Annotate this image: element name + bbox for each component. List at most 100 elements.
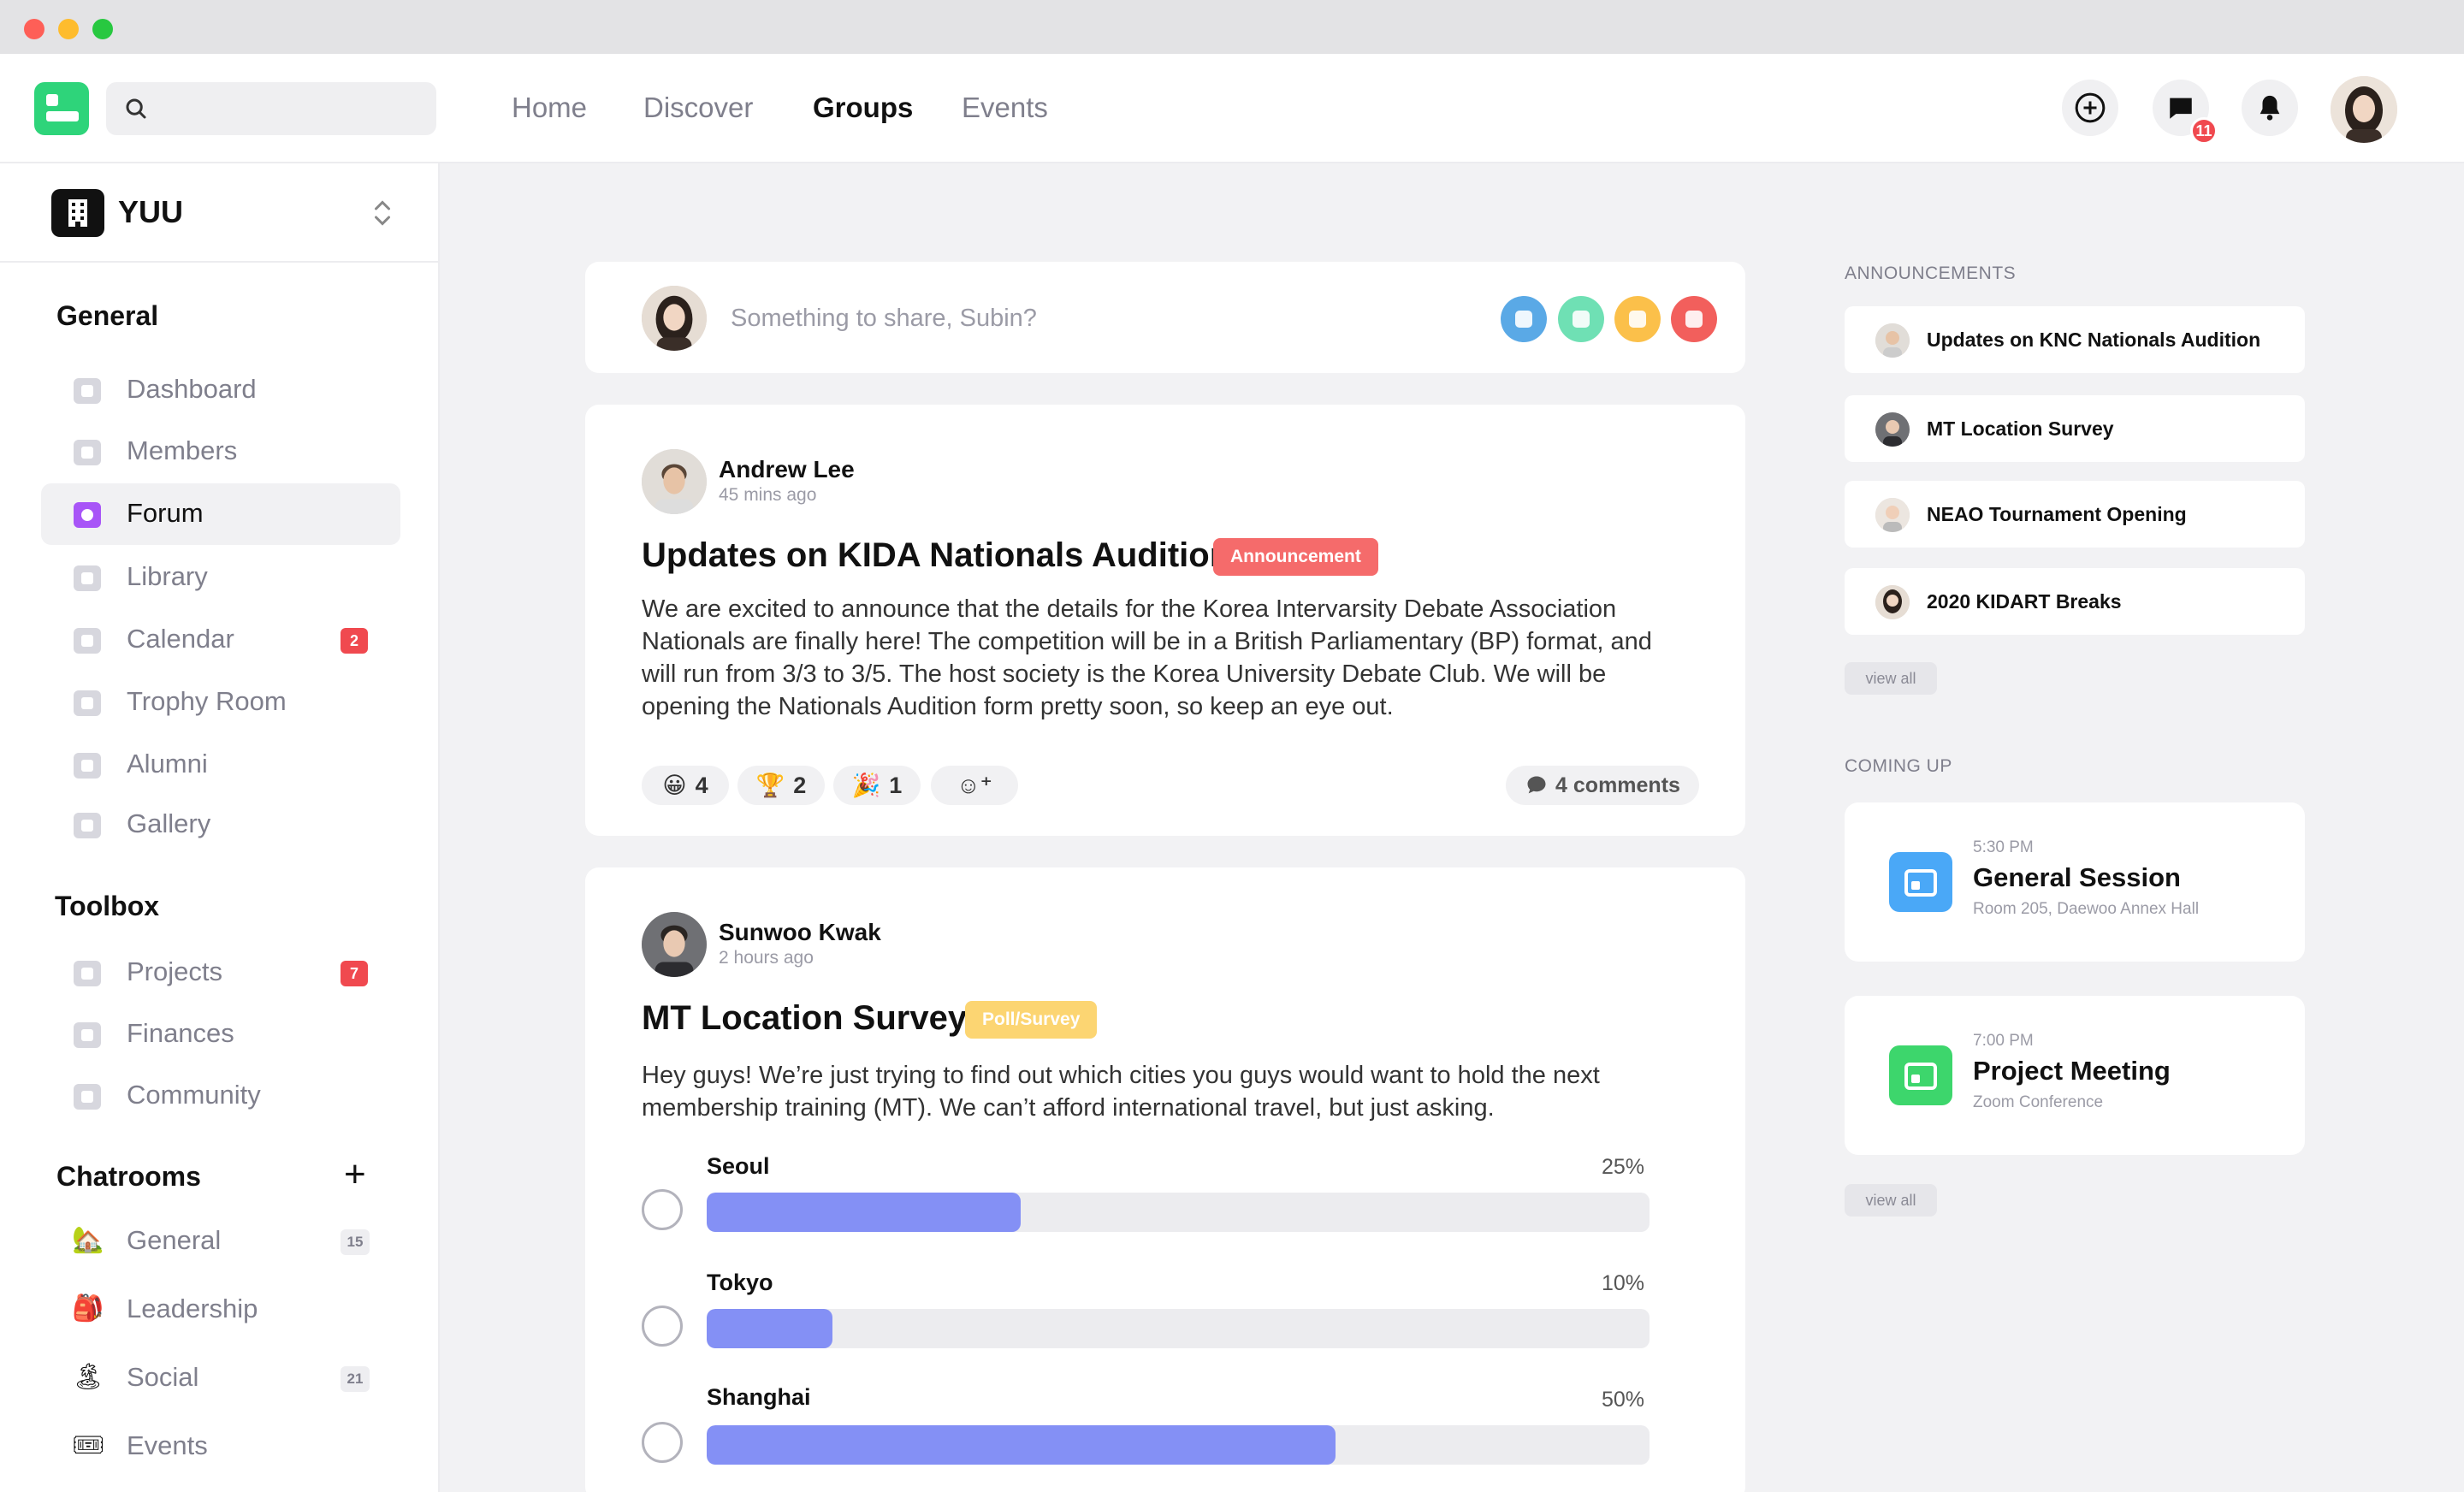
post-title[interactable]: Updates on KIDA Nationals Audition xyxy=(642,536,1230,575)
nav-groups[interactable]: Groups xyxy=(813,92,913,124)
sidebar-item-calendar[interactable]: Calendar 2 xyxy=(41,609,400,671)
sidebar-item-dashboard[interactable]: Dashboard xyxy=(41,359,400,421)
post-author[interactable]: Sunwoo Kwak xyxy=(719,919,881,946)
messages-button[interactable]: 11 xyxy=(2153,80,2218,145)
sidebar-item-members[interactable]: Members xyxy=(41,421,400,483)
reaction-party[interactable]: 🎉 1 xyxy=(833,766,921,805)
poll-radio-shanghai[interactable] xyxy=(642,1422,683,1463)
create-button[interactable] xyxy=(2062,80,2118,136)
add-emoji-icon: ☺⁺ xyxy=(957,772,992,798)
avatar[interactable] xyxy=(642,912,707,977)
sidebar-item-chat-leadership[interactable]: 🎒 Leadership xyxy=(41,1279,400,1341)
comment-icon xyxy=(1527,776,1546,794)
sidebar-item-label: Finances xyxy=(127,1018,234,1048)
calendar-count-badge: 2 xyxy=(341,628,368,654)
sidebar-item-projects[interactable]: Projects 7 xyxy=(41,942,400,1004)
composer-placeholder[interactable]: Something to share, Subin? xyxy=(731,305,1037,333)
poll-option-percent: 25% xyxy=(1602,1155,1645,1179)
user-avatar[interactable] xyxy=(2331,76,2397,143)
event-title: General Session xyxy=(1973,862,2181,892)
announcement-label: NEAO Tournament Opening xyxy=(1927,503,2187,525)
reaction-count: 2 xyxy=(793,772,807,798)
add-reaction-button[interactable]: ☺⁺ xyxy=(931,766,1018,805)
poll-option-percent: 50% xyxy=(1602,1388,1645,1412)
announcement-label: Updates on KNC Nationals Audition xyxy=(1927,329,2261,351)
top-navigation: Home Discover Groups Events 11 xyxy=(0,54,2464,163)
camera-icon[interactable] xyxy=(1501,296,1547,342)
bell-icon xyxy=(2260,95,2280,121)
search-input[interactable] xyxy=(161,91,418,127)
section-toolbox: Toolbox xyxy=(55,891,160,921)
announcements-view-all[interactable]: view all xyxy=(1845,662,1937,695)
sidebar-item-chat-general[interactable]: 🏡 General 15 xyxy=(41,1211,400,1272)
sidebar-item-chat-social[interactable]: 🏝 Social 21 xyxy=(41,1347,400,1409)
calendar-icon xyxy=(1889,852,1952,912)
sidebar-item-label: Alumni xyxy=(127,749,208,779)
sidebar-item-library[interactable]: Library xyxy=(41,547,400,608)
nav-events[interactable]: Events xyxy=(962,92,1048,124)
chat-general-count: 15 xyxy=(341,1229,370,1255)
reaction-trophy[interactable]: 🏆 2 xyxy=(737,766,825,805)
poll-bar-track xyxy=(707,1193,1650,1232)
sidebar-item-alumni[interactable]: Alumni xyxy=(41,734,400,796)
announcement-tag: Announcement xyxy=(1213,538,1378,576)
search-bar[interactable] xyxy=(106,82,436,135)
projects-count-badge: 7 xyxy=(341,961,368,986)
sidebar-item-community[interactable]: Community xyxy=(41,1065,400,1127)
post-composer[interactable]: Something to share, Subin? xyxy=(585,262,1745,373)
post-author[interactable]: Andrew Lee xyxy=(719,456,855,483)
post-body: Hey guys! We’re just trying to find out … xyxy=(642,1062,1600,1122)
finances-icon xyxy=(74,1022,101,1048)
nav-home[interactable]: Home xyxy=(512,92,587,124)
announcement-item[interactable]: MT Location Survey xyxy=(1845,395,2305,462)
poll-radio-seoul[interactable] xyxy=(642,1189,683,1230)
announcements-heading: ANNOUNCEMENTS xyxy=(1845,263,2017,283)
announcement-item[interactable]: NEAO Tournament Opening xyxy=(1845,481,2305,548)
user-avatar-image xyxy=(2331,76,2397,143)
poll-bar-fill xyxy=(707,1309,832,1348)
post-card-poll: Sunwoo Kwak 2 hours ago MT Location Surv… xyxy=(585,867,1745,1492)
event-card[interactable]: 5:30 PM General Session Room 205, Daewoo… xyxy=(1845,802,2305,962)
chart-icon[interactable] xyxy=(1614,296,1661,342)
house-icon: 🏡 xyxy=(72,1226,104,1254)
event-time: 7:00 PM xyxy=(1973,1032,2034,1050)
nav-discover[interactable]: Discover xyxy=(643,92,753,124)
announcement-item[interactable]: Updates on KNC Nationals Audition xyxy=(1845,306,2305,373)
app-logo[interactable] xyxy=(34,82,89,135)
sidebar-item-chat-events[interactable]: 🎟 Events xyxy=(41,1416,400,1477)
maximize-window-button[interactable] xyxy=(92,19,113,39)
announcement-label: 2020 KIDART Breaks xyxy=(1927,590,2122,613)
comments-button[interactable]: 4 comments xyxy=(1506,766,1699,805)
sidebar: YUU General Dashboard Members Forum Libr… xyxy=(0,163,440,1492)
sidebar-item-label: Dashboard xyxy=(127,374,257,404)
post-title[interactable]: MT Location Survey xyxy=(642,999,967,1038)
gallery-icon xyxy=(74,813,101,838)
post-card-announcement: Andrew Lee 45 mins ago Updates on KIDA N… xyxy=(585,405,1745,836)
avatar xyxy=(642,286,707,351)
add-chatroom-button[interactable]: + xyxy=(344,1156,366,1193)
sidebar-item-label: Calendar xyxy=(127,624,234,654)
close-window-button[interactable] xyxy=(24,19,44,39)
notifications-button[interactable] xyxy=(2242,80,2298,136)
avatar xyxy=(1875,585,1910,619)
projects-icon xyxy=(74,961,101,986)
document-icon[interactable] xyxy=(1558,296,1604,342)
sidebar-item-trophy-room[interactable]: Trophy Room xyxy=(41,672,400,733)
sidebar-item-gallery[interactable]: Gallery xyxy=(41,794,400,856)
sidebar-item-forum[interactable]: Forum xyxy=(41,483,400,545)
sidebar-item-label: Trophy Room xyxy=(127,686,287,716)
org-switcher[interactable]: YUU xyxy=(0,163,440,263)
building-icon xyxy=(51,189,104,237)
sidebar-item-finances[interactable]: Finances xyxy=(41,1004,400,1065)
avatar[interactable] xyxy=(642,449,707,514)
minimize-window-button[interactable] xyxy=(58,19,79,39)
event-card[interactable]: 7:00 PM Project Meeting Zoom Conference xyxy=(1845,996,2305,1155)
event-title: Project Meeting xyxy=(1973,1056,2171,1086)
announcement-item[interactable]: 2020 KIDART Breaks xyxy=(1845,568,2305,635)
poll-radio-tokyo[interactable] xyxy=(642,1306,683,1347)
reaction-grin[interactable]: 😀 4 xyxy=(642,766,729,805)
bell-icon[interactable] xyxy=(1671,296,1717,342)
reaction-count: 1 xyxy=(889,772,903,798)
sidebar-item-label: Projects xyxy=(127,956,222,986)
coming-up-view-all[interactable]: view all xyxy=(1845,1184,1937,1217)
